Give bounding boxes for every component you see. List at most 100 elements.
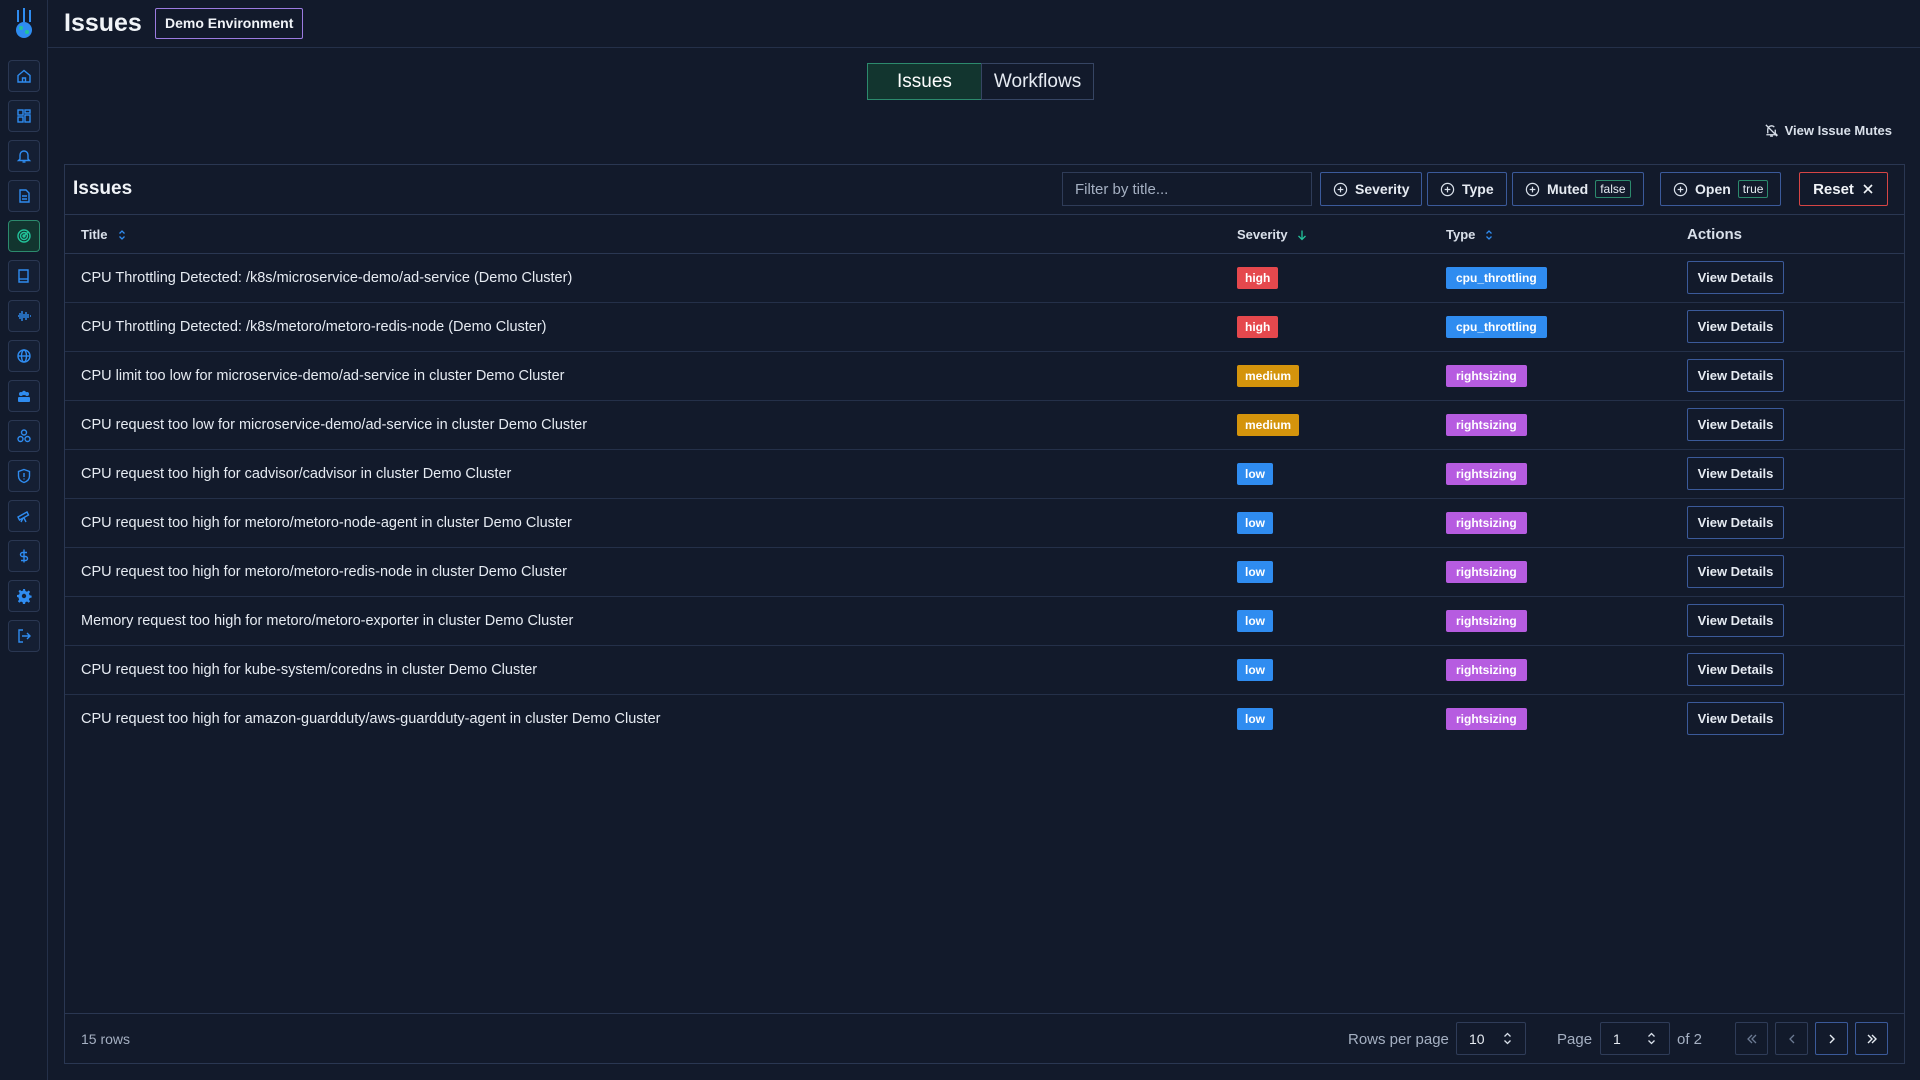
row-count: 15 rows (81, 1031, 131, 1047)
nav-issues[interactable] (8, 220, 40, 252)
type-filter-label: Type (1462, 181, 1494, 197)
column-severity-label: Severity (1237, 227, 1288, 242)
sort-icon (118, 229, 125, 240)
table-row[interactable]: Memory request too high for metoro/metor… (65, 597, 1904, 646)
open-filter-button[interactable]: Open true (1660, 172, 1782, 206)
muted-filter-value: false (1595, 180, 1631, 198)
telescope-icon (17, 511, 30, 523)
home-icon (17, 69, 31, 83)
view-details-button[interactable]: View Details (1687, 555, 1784, 588)
top-header: Issues Demo Environment (48, 0, 1920, 48)
previous-page-button[interactable] (1775, 1022, 1808, 1055)
issue-title: CPU request too high for metoro/metoro-r… (81, 564, 567, 580)
nav-settings[interactable] (8, 580, 40, 612)
nav-services[interactable] (8, 380, 40, 412)
logout-icon (18, 629, 31, 643)
column-title-header[interactable]: Title (81, 227, 128, 242)
nav-explore[interactable] (8, 500, 40, 532)
dollar-icon (19, 549, 29, 563)
severity-filter-label: Severity (1355, 181, 1410, 197)
nav-home[interactable] (8, 60, 40, 92)
view-details-button[interactable]: View Details (1687, 408, 1784, 441)
rows-per-page-select[interactable]: 10 (1456, 1022, 1526, 1055)
card-title: Issues (73, 178, 133, 199)
type-badge: rightsizing (1446, 365, 1527, 387)
view-details-button[interactable]: View Details (1687, 310, 1784, 343)
tab-issues[interactable]: Issues (867, 63, 982, 100)
logo-icon[interactable] (10, 8, 38, 40)
chevron-up-down-icon (1504, 1032, 1511, 1045)
type-badge: rightsizing (1446, 414, 1527, 436)
table-row[interactable]: CPU request too high for metoro/metoro-r… (65, 548, 1904, 597)
first-page-button[interactable] (1735, 1022, 1768, 1055)
severity-badge: low (1237, 610, 1273, 632)
nav-logout[interactable] (8, 620, 40, 652)
plus-circle-icon (1525, 182, 1540, 196)
severity-badge: low (1237, 708, 1273, 730)
view-details-button[interactable]: View Details (1687, 604, 1784, 637)
nav-security[interactable] (8, 460, 40, 492)
severity-badge: high (1237, 267, 1279, 289)
view-details-button[interactable]: View Details (1687, 702, 1784, 735)
view-details-button[interactable]: View Details (1687, 261, 1784, 294)
tab-workflows[interactable]: Workflows (980, 63, 1095, 100)
nav-metrics[interactable] (8, 300, 40, 332)
type-filter-button[interactable]: Type (1427, 172, 1507, 206)
view-issue-mutes-link[interactable]: View Issue Mutes (1764, 123, 1892, 138)
table-row[interactable]: CPU request too low for microservice-dem… (65, 401, 1904, 450)
severity-badge: medium (1237, 414, 1300, 436)
column-actions-label: Actions (1687, 226, 1743, 243)
last-page-button[interactable] (1855, 1022, 1888, 1055)
table-header: Title Severity Type Actions (65, 214, 1904, 254)
table-row[interactable]: CPU limit too low for microservice-demo/… (65, 352, 1904, 401)
page-title: Issues (64, 9, 142, 37)
severity-badge: low (1237, 512, 1273, 534)
column-type-header[interactable]: Type (1446, 227, 1495, 242)
bell-off-icon (1764, 124, 1778, 137)
book-icon (18, 269, 29, 283)
muted-filter-button[interactable]: Muted false (1512, 172, 1644, 206)
issue-title: CPU Throttling Detected: /k8s/metoro/met… (81, 319, 547, 335)
table-row[interactable]: CPU Throttling Detected: /k8s/microservi… (65, 254, 1904, 303)
page-total-label: of 2 (1677, 1031, 1703, 1048)
severity-badge: medium (1237, 365, 1300, 387)
nav-billing[interactable] (8, 540, 40, 572)
column-type-label: Type (1446, 227, 1476, 242)
globe-icon (17, 349, 31, 363)
table-row[interactable]: CPU Throttling Detected: /k8s/metoro/met… (65, 303, 1904, 352)
issue-title: CPU request too high for amazon-guarddut… (81, 711, 661, 727)
page-label: Page (1557, 1031, 1593, 1048)
bell-icon (16, 150, 32, 163)
table-row[interactable]: CPU request too high for kube-system/cor… (65, 646, 1904, 695)
plus-circle-icon (1673, 182, 1688, 196)
filter-title-input[interactable] (1062, 172, 1312, 206)
severity-filter-button[interactable]: Severity (1320, 172, 1423, 206)
nav-docs[interactable] (8, 260, 40, 292)
view-details-button[interactable]: View Details (1687, 359, 1784, 392)
document-icon (19, 189, 30, 203)
table-row[interactable]: CPU request too high for metoro/metoro-n… (65, 499, 1904, 548)
view-issue-mutes-label: View Issue Mutes (1784, 123, 1892, 138)
nav-network[interactable] (8, 340, 40, 372)
page-select[interactable]: 1 (1600, 1022, 1670, 1055)
column-severity-header[interactable]: Severity (1237, 227, 1308, 242)
nav-logs[interactable] (8, 180, 40, 212)
open-filter-value: true (1737, 180, 1769, 198)
reset-filters-button[interactable]: Reset (1799, 172, 1888, 206)
waveform-icon (18, 311, 31, 321)
view-details-button[interactable]: View Details (1687, 457, 1784, 490)
nav-dashboards[interactable] (8, 100, 40, 132)
table-row[interactable]: CPU request too high for amazon-guarddut… (65, 695, 1904, 744)
table-row[interactable]: CPU request too high for cadvisor/cadvis… (65, 450, 1904, 499)
issue-title: CPU request too high for metoro/metoro-n… (81, 515, 572, 531)
view-details-button[interactable]: View Details (1687, 506, 1784, 539)
open-filter-label: Open (1695, 181, 1731, 197)
environment-badge[interactable]: Demo Environment (155, 8, 304, 39)
sidebar (0, 0, 48, 1080)
nav-infrastructure[interactable] (8, 420, 40, 452)
view-details-button[interactable]: View Details (1687, 653, 1784, 686)
table-footer: 15 rows Rows per page 10 Page 1 of 2 (65, 1013, 1904, 1063)
next-page-button[interactable] (1815, 1022, 1848, 1055)
nav-alerts[interactable] (8, 140, 40, 172)
column-actions-header: Actions (1687, 226, 1742, 243)
